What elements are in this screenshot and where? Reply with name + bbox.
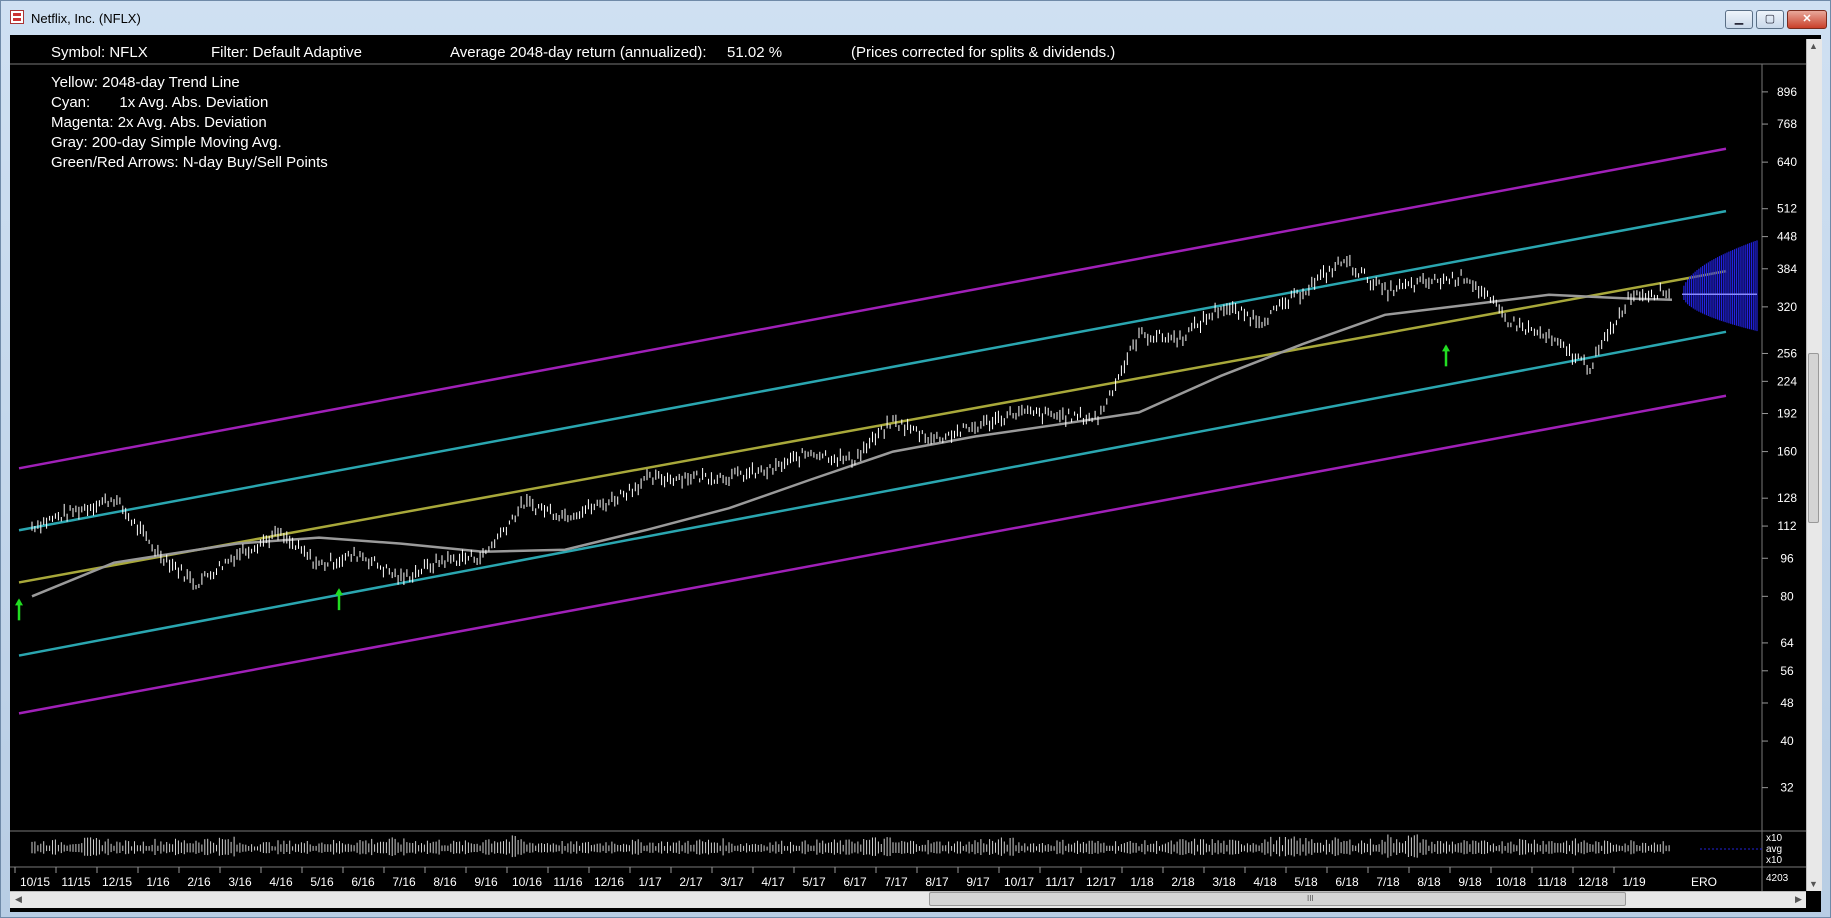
- scroll-right-icon[interactable]: ▶: [1791, 894, 1806, 904]
- y-tick-label: 192: [1777, 407, 1797, 421]
- x-tick-label: 8/17: [925, 875, 949, 889]
- x-tick-label: 7/17: [884, 875, 908, 889]
- price-chart: Symbol: NFLX Filter: Default Adaptive Av…: [10, 35, 1806, 891]
- x-tick-label: 12/16: [594, 875, 624, 889]
- scroll-down-icon[interactable]: ▼: [1806, 879, 1821, 889]
- x-tick-label: 11/15: [61, 875, 90, 889]
- scroll-up-icon[interactable]: ▲: [1806, 41, 1821, 51]
- app-chart-icon[interactable]: [10, 10, 24, 24]
- x-tick-label: 4/16: [269, 875, 293, 889]
- bar-count-label: 4203: [1766, 873, 1789, 884]
- scroll-left-icon[interactable]: ◀: [11, 894, 26, 904]
- x-tick-label: 8/18: [1417, 875, 1441, 889]
- x-tick-label: 5/18: [1294, 875, 1318, 889]
- x-tick-label: 12/15: [102, 875, 132, 889]
- x-tick-label: 1/18: [1130, 875, 1154, 889]
- y-tick-label: 384: [1777, 262, 1797, 276]
- scroll-grip-icon[interactable]: III: [1307, 894, 1314, 903]
- footer-tag: ERO: [1691, 875, 1717, 889]
- header-avg-return-value: 51.02 %: [727, 44, 782, 61]
- y-tick-label: 48: [1780, 696, 1794, 710]
- chart-area: Symbol: NFLX Filter: Default Adaptive Av…: [10, 35, 1821, 912]
- horizontal-scroll-thumb[interactable]: [929, 892, 1626, 906]
- header-symbol: Symbol: NFLX: [51, 44, 148, 61]
- x-tick-label: 11/18: [1537, 875, 1566, 889]
- y-tick-label: 40: [1780, 734, 1794, 748]
- y-tick-label: 448: [1777, 230, 1797, 244]
- x-tick-label: 7/18: [1376, 875, 1400, 889]
- title-bar[interactable]: Netflix, Inc. (NFLX) ▁ ▢ ✕: [1, 1, 1830, 35]
- x-tick-label: 1/17: [638, 875, 662, 889]
- vertical-scroll-thumb[interactable]: [1808, 353, 1819, 523]
- x-tick-label: 2/18: [1171, 875, 1195, 889]
- x-tick-label: 6/18: [1335, 875, 1359, 889]
- x-tick-label: 5/17: [802, 875, 826, 889]
- x-tick-label: 10/16: [512, 875, 542, 889]
- y-tick-label: 112: [1777, 519, 1796, 533]
- y-tick-label: 128: [1777, 491, 1797, 505]
- x-tick-label: 9/16: [474, 875, 498, 889]
- y-tick-label: 32: [1780, 781, 1794, 795]
- x-tick-label: 5/16: [310, 875, 334, 889]
- x-tick-label: 1/16: [146, 875, 170, 889]
- x-tick-label: 4/17: [761, 875, 785, 889]
- x-tick-label: 3/16: [228, 875, 252, 889]
- x-tick-label: 9/17: [966, 875, 990, 889]
- x-tick-label: 10/18: [1496, 875, 1526, 889]
- minimize-button[interactable]: ▁: [1725, 10, 1753, 29]
- window-title: Netflix, Inc. (NFLX): [31, 11, 141, 26]
- maximize-button[interactable]: ▢: [1756, 10, 1784, 29]
- y-tick-label: 64: [1780, 636, 1794, 650]
- volume-label-avg: avg: [1766, 844, 1782, 855]
- y-tick-label: 256: [1777, 346, 1797, 360]
- header-filter: Filter: Default Adaptive: [211, 44, 362, 61]
- y-tick-label: 56: [1780, 664, 1794, 678]
- y-tick-label: 896: [1777, 85, 1797, 99]
- x-tick-label: 3/18: [1212, 875, 1236, 889]
- x-tick-label: 6/17: [843, 875, 867, 889]
- y-tick-label: 224: [1777, 374, 1797, 388]
- x-tick-label: 11/16: [553, 875, 582, 889]
- x-tick-label: 10/15: [20, 875, 50, 889]
- x-tick-label: 12/18: [1578, 875, 1608, 889]
- y-tick-label: 96: [1780, 551, 1794, 565]
- x-tick-label: 8/16: [433, 875, 457, 889]
- y-tick-label: 80: [1780, 589, 1794, 603]
- x-tick-label: 11/17: [1045, 875, 1074, 889]
- x-tick-label: 3/17: [720, 875, 744, 889]
- header-avg-return-label: Average 2048-day return (annualized):: [450, 44, 707, 61]
- legend-gray: Gray: 200-day Simple Moving Avg.: [51, 134, 282, 151]
- x-tick-label: 10/17: [1004, 875, 1034, 889]
- app-window: Netflix, Inc. (NFLX) ▁ ▢ ✕ Symbol: NFLX …: [0, 0, 1831, 918]
- volume-label-bottom: x10: [1766, 855, 1783, 866]
- x-tick-label: 4/18: [1253, 875, 1277, 889]
- x-tick-label: 9/18: [1458, 875, 1482, 889]
- y-tick-label: 768: [1777, 117, 1797, 131]
- y-tick-label: 320: [1777, 300, 1797, 314]
- x-tick-label: 2/16: [187, 875, 211, 889]
- legend-magenta: Magenta: 2x Avg. Abs. Deviation: [51, 114, 267, 131]
- x-tick-label: 1/19: [1622, 875, 1646, 889]
- volume-label-top: x10: [1766, 833, 1783, 844]
- x-tick-label: 6/16: [351, 875, 375, 889]
- x-tick-label: 7/16: [392, 875, 416, 889]
- x-tick-label: 12/17: [1086, 875, 1116, 889]
- y-tick-label: 640: [1777, 155, 1797, 169]
- legend-arrows: Green/Red Arrows: N-day Buy/Sell Points: [51, 154, 328, 171]
- legend-yellow: Yellow: 2048-day Trend Line: [51, 74, 240, 91]
- legend-cyan: Cyan: 1x Avg. Abs. Deviation: [51, 94, 268, 111]
- close-button[interactable]: ✕: [1787, 10, 1827, 29]
- x-tick-label: 2/17: [679, 875, 703, 889]
- header-note: (Prices corrected for splits & dividends…: [851, 44, 1115, 61]
- y-tick-label: 512: [1777, 202, 1797, 216]
- y-tick-label: 160: [1777, 445, 1797, 459]
